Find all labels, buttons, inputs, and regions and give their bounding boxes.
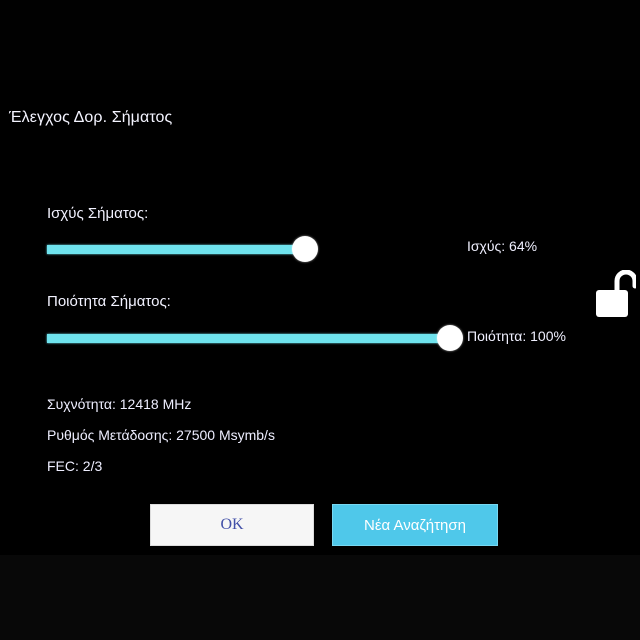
signal-strength-fill [47, 245, 305, 254]
signal-strength-knob[interactable] [292, 236, 318, 262]
signal-quality-fill [47, 334, 450, 343]
signal-strength-bar[interactable] [47, 236, 318, 262]
top-band [0, 0, 640, 80]
signal-strength-readout: Ισχύς: 64% [467, 238, 538, 254]
bottom-band [0, 555, 640, 640]
new-search-button[interactable]: Νέα Αναζήτηση [332, 504, 498, 546]
ok-button[interactable]: OK [150, 504, 314, 546]
unlocked-padlock-icon [596, 269, 638, 318]
signal-quality-knob[interactable] [437, 325, 463, 351]
dialog-title: Έλεγχος Δορ. Σήματος [9, 109, 173, 126]
frequency-info: Συχνότητα: 12418 MHz [47, 396, 192, 412]
fec-info: FEC: 2/3 [47, 458, 103, 474]
signal-strength-label: Ισχύς Σήματος: [47, 205, 149, 222]
signal-quality-label: Ποιότητα Σήματος: [47, 293, 171, 310]
symbol-rate-info: Ρυθμός Μετάδοσης: 27500 Msymb/s [47, 427, 275, 443]
signal-quality-readout: Ποιότητα: 100% [467, 328, 566, 344]
signal-quality-bar[interactable] [47, 325, 463, 351]
